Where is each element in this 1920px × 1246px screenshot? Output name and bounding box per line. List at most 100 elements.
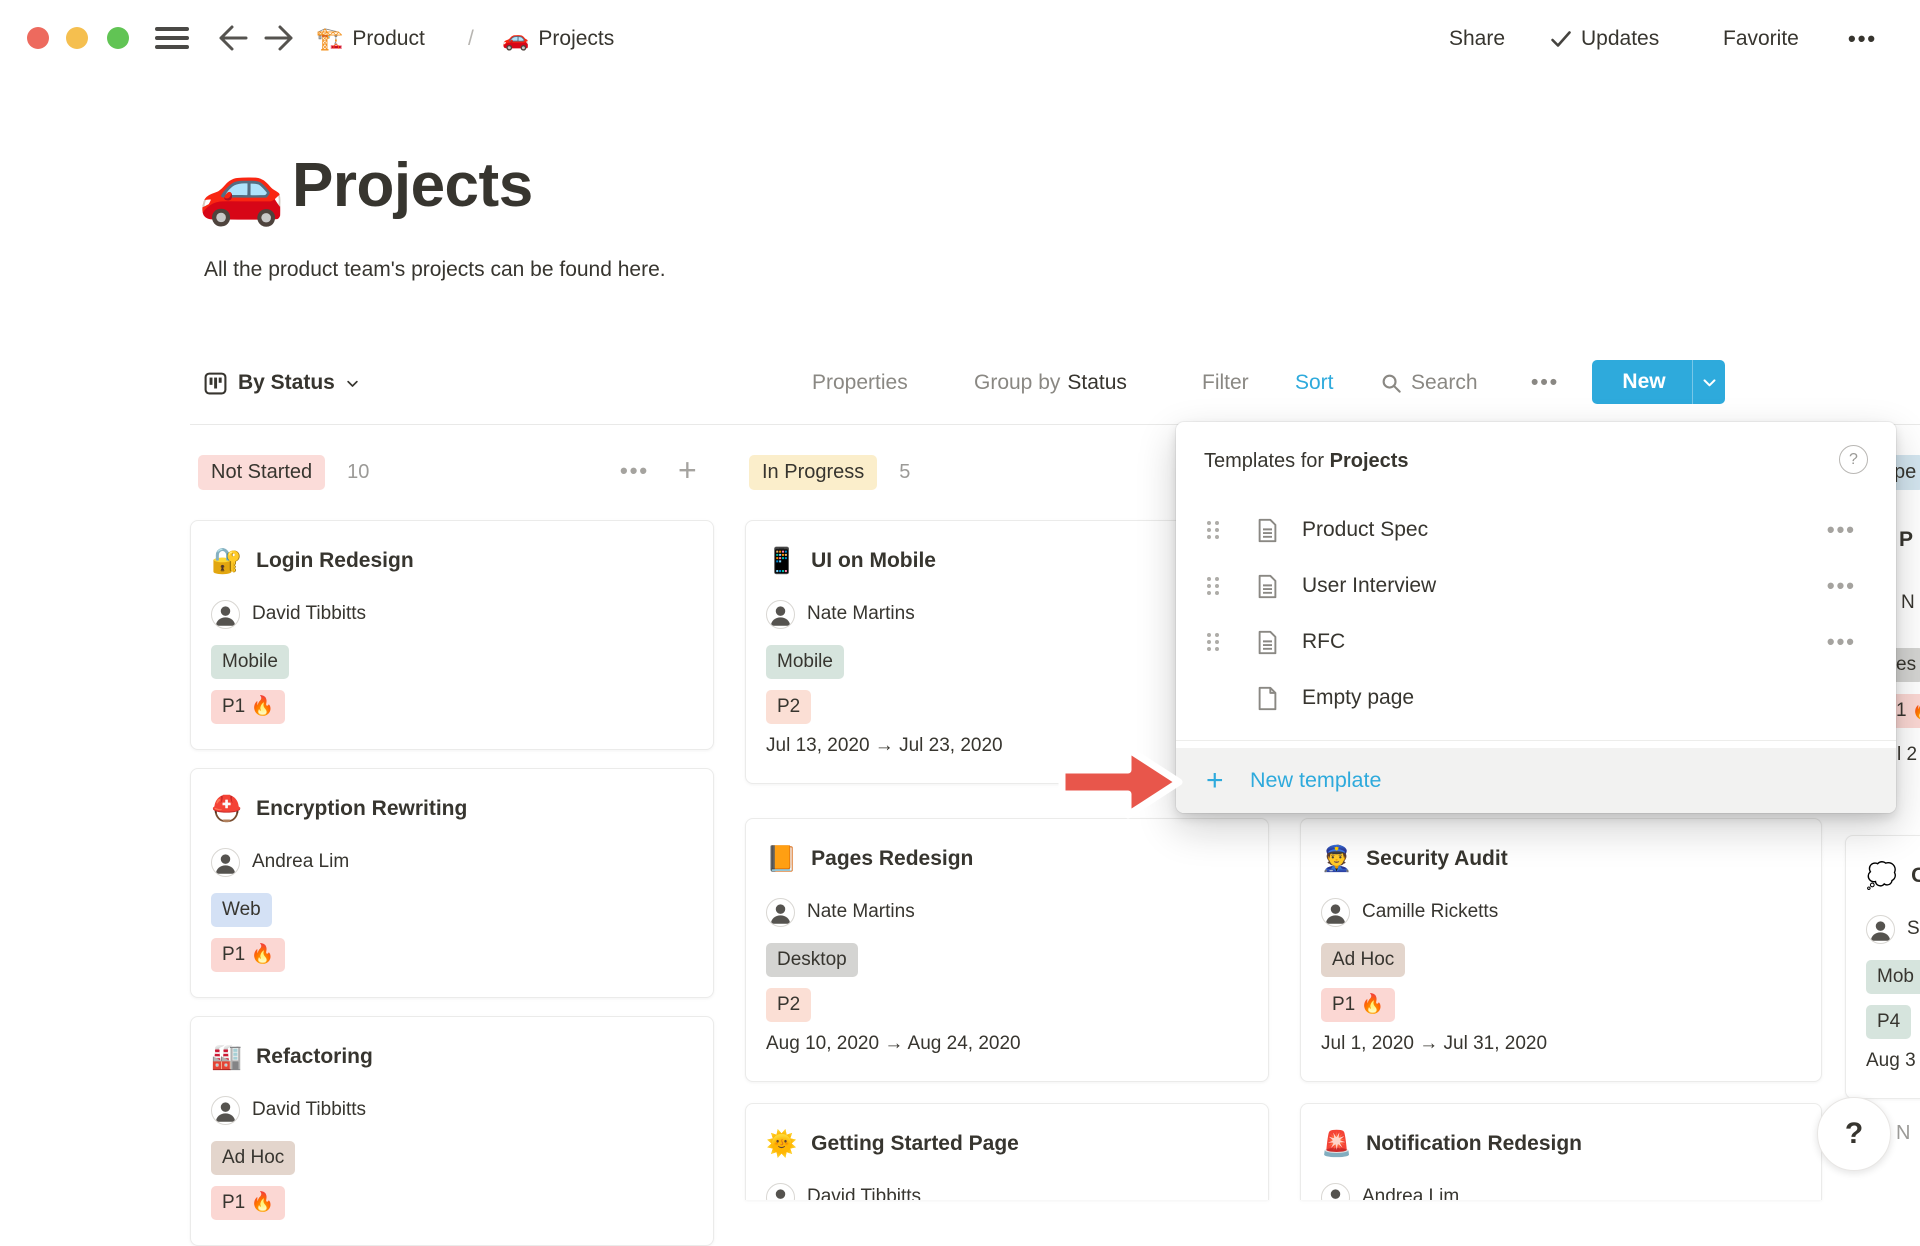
date-range: Aug 10, 2020 → Aug 24, 2020 — [766, 1033, 1248, 1055]
priority-tag: P1 🔥 — [1321, 988, 1395, 1022]
view-selector[interactable]: By Status — [203, 366, 360, 400]
card-title: Security Audit — [1366, 847, 1508, 871]
toolbar-more-button[interactable]: ••• — [1531, 366, 1559, 400]
date-fragment: l 2 — [1897, 744, 1917, 766]
card-title: Encryption Rewriting — [256, 797, 467, 821]
template-item-empty-page[interactable]: Empty page — [1176, 670, 1896, 726]
breadcrumb-product[interactable]: 🏗️ Product — [316, 24, 425, 54]
platform-tag: Mobile — [766, 645, 844, 679]
avatar — [766, 600, 795, 629]
card-title-fragment: P — [1899, 528, 1913, 552]
person-name: David Tibbitts — [252, 603, 366, 625]
template-item-rfc[interactable]: RFC ••• — [1176, 614, 1896, 670]
favorite-button[interactable]: Favorite — [1723, 24, 1799, 54]
template-more-button[interactable]: ••• — [1827, 629, 1856, 655]
search-icon — [1380, 372, 1403, 395]
person-property: David Tibbitts — [211, 1094, 693, 1126]
help-circle-icon[interactable]: ? — [1839, 445, 1868, 474]
group-by-button[interactable]: Group by Status — [974, 366, 1127, 400]
board-view-icon — [203, 371, 228, 396]
template-more-button[interactable]: ••• — [1827, 573, 1856, 599]
platform-tag: Ad Hoc — [211, 1141, 295, 1175]
topbar-more-button[interactable]: ••• — [1848, 24, 1877, 54]
person-name: Camille Ricketts — [1362, 901, 1498, 923]
platform-tag: Mob — [1866, 960, 1920, 994]
card-title: Refactoring — [256, 1045, 373, 1069]
column-header-in-progress[interactable]: In Progress 5 — [749, 455, 910, 490]
mobile-phone-icon: 📱 — [766, 549, 797, 574]
card-pages-redesign[interactable]: 📙 Pages Redesign Nate Martins Desktop P2… — [745, 818, 1269, 1082]
priority-tag: P4 — [1866, 1005, 1911, 1039]
red-arrow-annotation — [1056, 740, 1186, 824]
sort-button[interactable]: Sort — [1295, 366, 1334, 400]
share-button[interactable]: Share — [1449, 24, 1505, 54]
drag-handle-icon[interactable] — [1207, 577, 1222, 595]
person-property: Andrea Lim — [211, 846, 693, 878]
template-item-user-interview[interactable]: User Interview ••• — [1176, 558, 1896, 614]
column-count: 10 — [347, 461, 369, 484]
window-close-button[interactable] — [27, 27, 49, 49]
platform-tag: Desktop — [766, 943, 858, 977]
sun-with-face-icon: 🌞 — [766, 1132, 797, 1157]
column-header-not-started[interactable]: Not Started 10 — [198, 455, 369, 490]
breadcrumb-separator: / — [468, 24, 474, 54]
card-title: C — [1911, 864, 1920, 888]
priority-tag: P1 🔥 — [211, 690, 285, 724]
avatar — [1321, 1183, 1350, 1201]
window-minimize-button[interactable] — [66, 27, 88, 49]
drag-handle-icon[interactable] — [1207, 521, 1222, 539]
product-crane-icon: 🏗️ — [316, 26, 343, 52]
drag-handle-icon[interactable] — [1207, 633, 1222, 651]
filter-button[interactable]: Filter — [1202, 366, 1249, 400]
rescue-helmet-icon: ⛑️ — [211, 797, 242, 822]
add-card-fragment[interactable]: N — [1896, 1122, 1910, 1145]
date-range: Jul 1, 2020 → Jul 31, 2020 — [1321, 1033, 1801, 1055]
person-name: David Tibbitts — [807, 1186, 921, 1200]
forward-arrow-icon[interactable] — [262, 22, 296, 54]
card-login-redesign[interactable]: 🔐 Login Redesign David Tibbitts Mobile P… — [190, 520, 714, 750]
window-zoom-button[interactable] — [107, 27, 129, 49]
person-name-fragment: N — [1901, 592, 1915, 614]
person-name: Andrea Lim — [1362, 1186, 1459, 1200]
sidebar-menu-icon[interactable] — [155, 27, 189, 49]
new-button[interactable]: New — [1592, 360, 1725, 404]
card-refactoring[interactable]: 🏭 Refactoring David Tibbitts Ad Hoc P1 🔥 — [190, 1016, 714, 1246]
card-security-audit[interactable]: 👮 Security Audit Camille Ricketts Ad Hoc… — [1300, 818, 1822, 1082]
template-label: RFC — [1302, 630, 1345, 654]
template-item-product-spec[interactable]: Product Spec ••• — [1176, 502, 1896, 558]
breadcrumb-projects[interactable]: 🚗 Projects — [502, 24, 614, 54]
template-label: Empty page — [1302, 686, 1414, 710]
person-property: David Tibbitts — [211, 598, 693, 630]
card-partial-right[interactable]: 💭 C S Mob P4 Aug 3 — [1845, 835, 1920, 1099]
popup-divider — [1176, 740, 1896, 741]
person-name: S — [1907, 918, 1920, 940]
rotating-light-icon: 🚨 — [1321, 1132, 1352, 1157]
page-icon[interactable]: 🚗 — [198, 148, 285, 228]
avatar — [211, 1096, 240, 1125]
person-property: Nate Martins — [766, 896, 1248, 928]
plus-icon: + — [1206, 766, 1224, 796]
avatar — [766, 1183, 795, 1201]
person-name: Nate Martins — [807, 603, 915, 625]
card-title: UI on Mobile — [811, 549, 936, 573]
card-notification-redesign[interactable]: 🚨 Notification Redesign Andrea Lim — [1300, 1103, 1822, 1200]
column-more-button[interactable]: ••• — [620, 458, 649, 484]
document-icon — [1254, 517, 1281, 544]
avatar — [211, 600, 240, 629]
back-arrow-icon[interactable] — [216, 22, 250, 54]
column-add-button[interactable]: + — [678, 452, 697, 489]
search-button[interactable]: Search — [1380, 366, 1478, 400]
updates-button[interactable]: Updates — [1549, 24, 1659, 54]
card-encryption-rewriting[interactable]: ⛑️ Encryption Rewriting Andrea Lim Web P… — [190, 768, 714, 998]
template-more-button[interactable]: ••• — [1827, 517, 1856, 543]
help-button[interactable]: ? — [1817, 1097, 1891, 1171]
new-template-button[interactable]: + New template — [1176, 748, 1896, 813]
popup-title: Templates for Projects — [1204, 450, 1409, 473]
date-range: Aug 3 — [1866, 1050, 1920, 1072]
properties-button[interactable]: Properties — [812, 366, 908, 400]
person-property: Camille Ricketts — [1321, 896, 1801, 928]
status-pill-in-progress: In Progress — [749, 455, 877, 490]
column-count: 5 — [899, 461, 910, 484]
card-getting-started-page[interactable]: 🌞 Getting Started Page David Tibbitts — [745, 1103, 1269, 1200]
new-dropdown-button[interactable] — [1693, 374, 1725, 391]
